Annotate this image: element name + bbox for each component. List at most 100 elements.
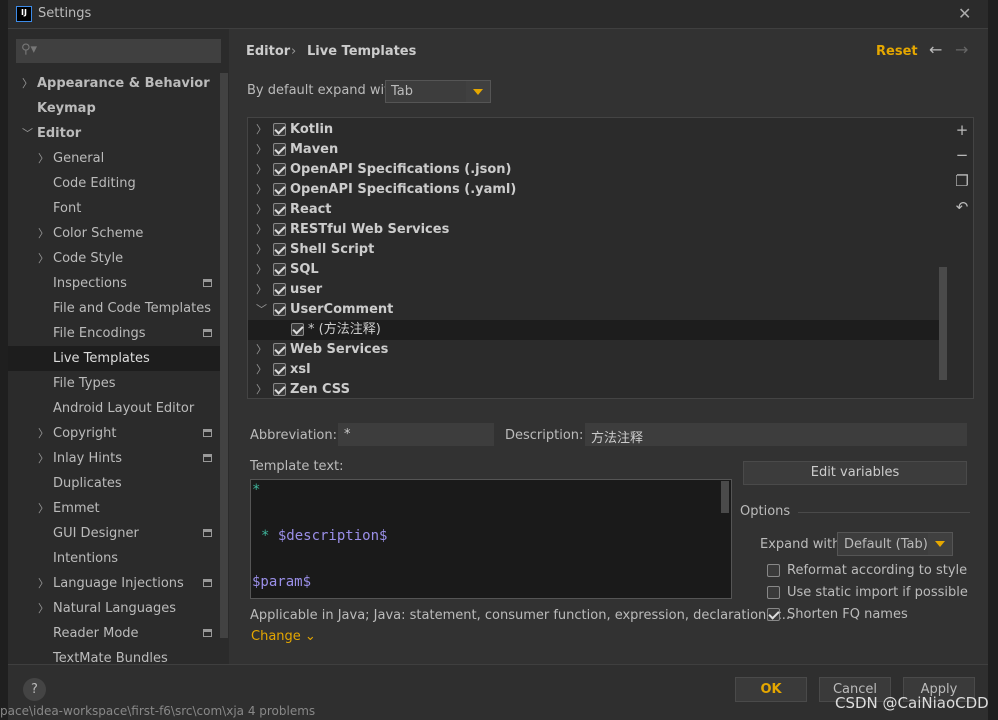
- sidebar-item[interactable]: 〉 Language Injections: [8, 571, 220, 596]
- search-input[interactable]: ⚲▾: [16, 39, 221, 63]
- sidebar-item[interactable]: Code Editing: [8, 171, 220, 196]
- sidebar-item[interactable]: Font: [8, 196, 220, 221]
- chevron-right-icon[interactable]: 〉: [256, 240, 267, 260]
- chevron-right-icon[interactable]: 〉: [38, 246, 49, 271]
- template-tree-row[interactable]: 〉 Shell Script: [248, 240, 940, 260]
- template-checkbox[interactable]: [273, 343, 286, 356]
- sidebar-item[interactable]: Inspections: [8, 271, 220, 296]
- chevron-right-icon[interactable]: 〉: [38, 596, 49, 621]
- chevron-right-icon[interactable]: 〉: [256, 380, 267, 398]
- template-checkbox[interactable]: [273, 383, 286, 396]
- template-tree-row[interactable]: 〉 Maven: [248, 140, 940, 160]
- chevron-right-icon[interactable]: 〉: [256, 220, 267, 240]
- sidebar-item[interactable]: 〉 General: [8, 146, 220, 171]
- template-checkbox[interactable]: [273, 123, 286, 136]
- template-text-editor[interactable]: * * $description$ $param$: [250, 479, 732, 599]
- template-checkbox[interactable]: [291, 323, 304, 336]
- close-icon[interactable]: ✕: [958, 4, 971, 23]
- forward-arrow-icon[interactable]: →: [955, 40, 968, 59]
- chevron-right-icon[interactable]: 〉: [256, 280, 267, 300]
- sidebar-item[interactable]: 〉 Emmet: [8, 496, 220, 521]
- tree-scrollbar[interactable]: [939, 267, 947, 380]
- sidebar-item[interactable]: Live Templates: [8, 346, 220, 371]
- sidebar-item[interactable]: Duplicates: [8, 471, 220, 496]
- option-checkbox[interactable]: [767, 564, 780, 577]
- chevron-right-icon[interactable]: 〉: [38, 446, 49, 471]
- sidebar-item[interactable]: ﹀ Editor: [8, 121, 220, 146]
- template-checkbox[interactable]: [273, 263, 286, 276]
- template-checkbox[interactable]: [273, 203, 286, 216]
- template-tree-row[interactable]: 〉 Kotlin: [248, 120, 940, 140]
- sidebar-item[interactable]: Intentions: [8, 546, 220, 571]
- sidebar-item[interactable]: File and Code Templates: [8, 296, 220, 321]
- sidebar-item[interactable]: Android Layout Editor: [8, 396, 220, 421]
- template-checkbox[interactable]: [273, 143, 286, 156]
- template-label: UserComment: [290, 302, 394, 317]
- template-tree-row[interactable]: 〉 SQL: [248, 260, 940, 280]
- option-checkbox[interactable]: [767, 608, 780, 621]
- chevron-down-icon[interactable]: ﹀: [256, 300, 267, 320]
- chevron-right-icon[interactable]: 〉: [256, 340, 267, 360]
- abbreviation-input[interactable]: *: [338, 423, 494, 446]
- sidebar-scrollbar[interactable]: [220, 73, 228, 638]
- template-tree-row[interactable]: 〉 OpenAPI Specifications (.json): [248, 160, 940, 180]
- template-checkbox[interactable]: [273, 303, 286, 316]
- ok-button[interactable]: OK: [735, 677, 807, 702]
- editor-scrollbar[interactable]: [721, 481, 729, 513]
- sidebar-item[interactable]: File Types: [8, 371, 220, 396]
- template-tree-row[interactable]: ﹀ UserComment: [248, 300, 940, 320]
- copy-icon[interactable]: ❐: [954, 172, 970, 190]
- chevron-right-icon[interactable]: 〉: [256, 180, 267, 200]
- edit-variables-button[interactable]: Edit variables: [743, 461, 967, 485]
- chevron-down-icon[interactable]: ﹀: [22, 121, 33, 146]
- sidebar-item[interactable]: Reader Mode: [8, 621, 220, 646]
- sidebar-item[interactable]: 〉 Appearance & Behavior: [8, 71, 220, 96]
- chevron-right-icon[interactable]: 〉: [38, 221, 49, 246]
- template-checkbox[interactable]: [273, 363, 286, 376]
- remove-icon[interactable]: −: [954, 146, 970, 164]
- template-tree-row[interactable]: 〉 React: [248, 200, 940, 220]
- chevron-right-icon[interactable]: 〉: [256, 120, 267, 140]
- sidebar-item[interactable]: 〉 Natural Languages: [8, 596, 220, 621]
- template-checkbox[interactable]: [273, 163, 286, 176]
- sidebar-item[interactable]: 〉 Color Scheme: [8, 221, 220, 246]
- chevron-right-icon[interactable]: 〉: [38, 496, 49, 521]
- change-contexts-link[interactable]: Change ⌄: [251, 629, 316, 644]
- sidebar-item[interactable]: File Encodings: [8, 321, 220, 346]
- template-tree-row[interactable]: 〉 OpenAPI Specifications (.yaml): [248, 180, 940, 200]
- template-checkbox[interactable]: [273, 183, 286, 196]
- sidebar-item[interactable]: 〉 Copyright: [8, 421, 220, 446]
- undo-icon[interactable]: ↶: [954, 198, 970, 216]
- template-checkbox[interactable]: [273, 283, 286, 296]
- add-icon[interactable]: +: [954, 121, 970, 139]
- chevron-right-icon[interactable]: 〉: [256, 260, 267, 280]
- chevron-right-icon[interactable]: 〉: [38, 571, 49, 596]
- reset-button[interactable]: Reset: [876, 44, 918, 59]
- template-tree-row[interactable]: 〉 RESTful Web Services: [248, 220, 940, 240]
- template-checkbox[interactable]: [273, 223, 286, 236]
- sidebar-item[interactable]: Keymap: [8, 96, 220, 121]
- chevron-right-icon[interactable]: 〉: [256, 200, 267, 220]
- breadcrumb-editor[interactable]: Editor: [246, 44, 290, 59]
- expand-with-select[interactable]: Tab: [385, 80, 491, 103]
- chevron-right-icon[interactable]: 〉: [22, 71, 33, 96]
- help-button[interactable]: ?: [23, 678, 46, 701]
- template-tree-row[interactable]: 〉 Web Services: [248, 340, 940, 360]
- chevron-right-icon[interactable]: 〉: [256, 160, 267, 180]
- chevron-right-icon[interactable]: 〉: [38, 421, 49, 446]
- chevron-right-icon[interactable]: 〉: [256, 140, 267, 160]
- template-checkbox[interactable]: [273, 243, 286, 256]
- expand-with-option-select[interactable]: Default (Tab): [837, 532, 953, 556]
- back-arrow-icon[interactable]: ←: [929, 40, 942, 59]
- template-tree-row[interactable]: 〉 Zen CSS: [248, 380, 940, 398]
- chevron-right-icon[interactable]: 〉: [256, 360, 267, 380]
- template-tree-row[interactable]: * (方法注释): [248, 320, 940, 340]
- template-tree-row[interactable]: 〉 xsl: [248, 360, 940, 380]
- sidebar-item[interactable]: 〉 Inlay Hints: [8, 446, 220, 471]
- option-checkbox[interactable]: [767, 586, 780, 599]
- sidebar-item[interactable]: 〉 Code Style: [8, 246, 220, 271]
- sidebar-item[interactable]: GUI Designer: [8, 521, 220, 546]
- chevron-right-icon[interactable]: 〉: [38, 146, 49, 171]
- template-tree-row[interactable]: 〉 user: [248, 280, 940, 300]
- description-input[interactable]: 方法注释: [585, 423, 967, 446]
